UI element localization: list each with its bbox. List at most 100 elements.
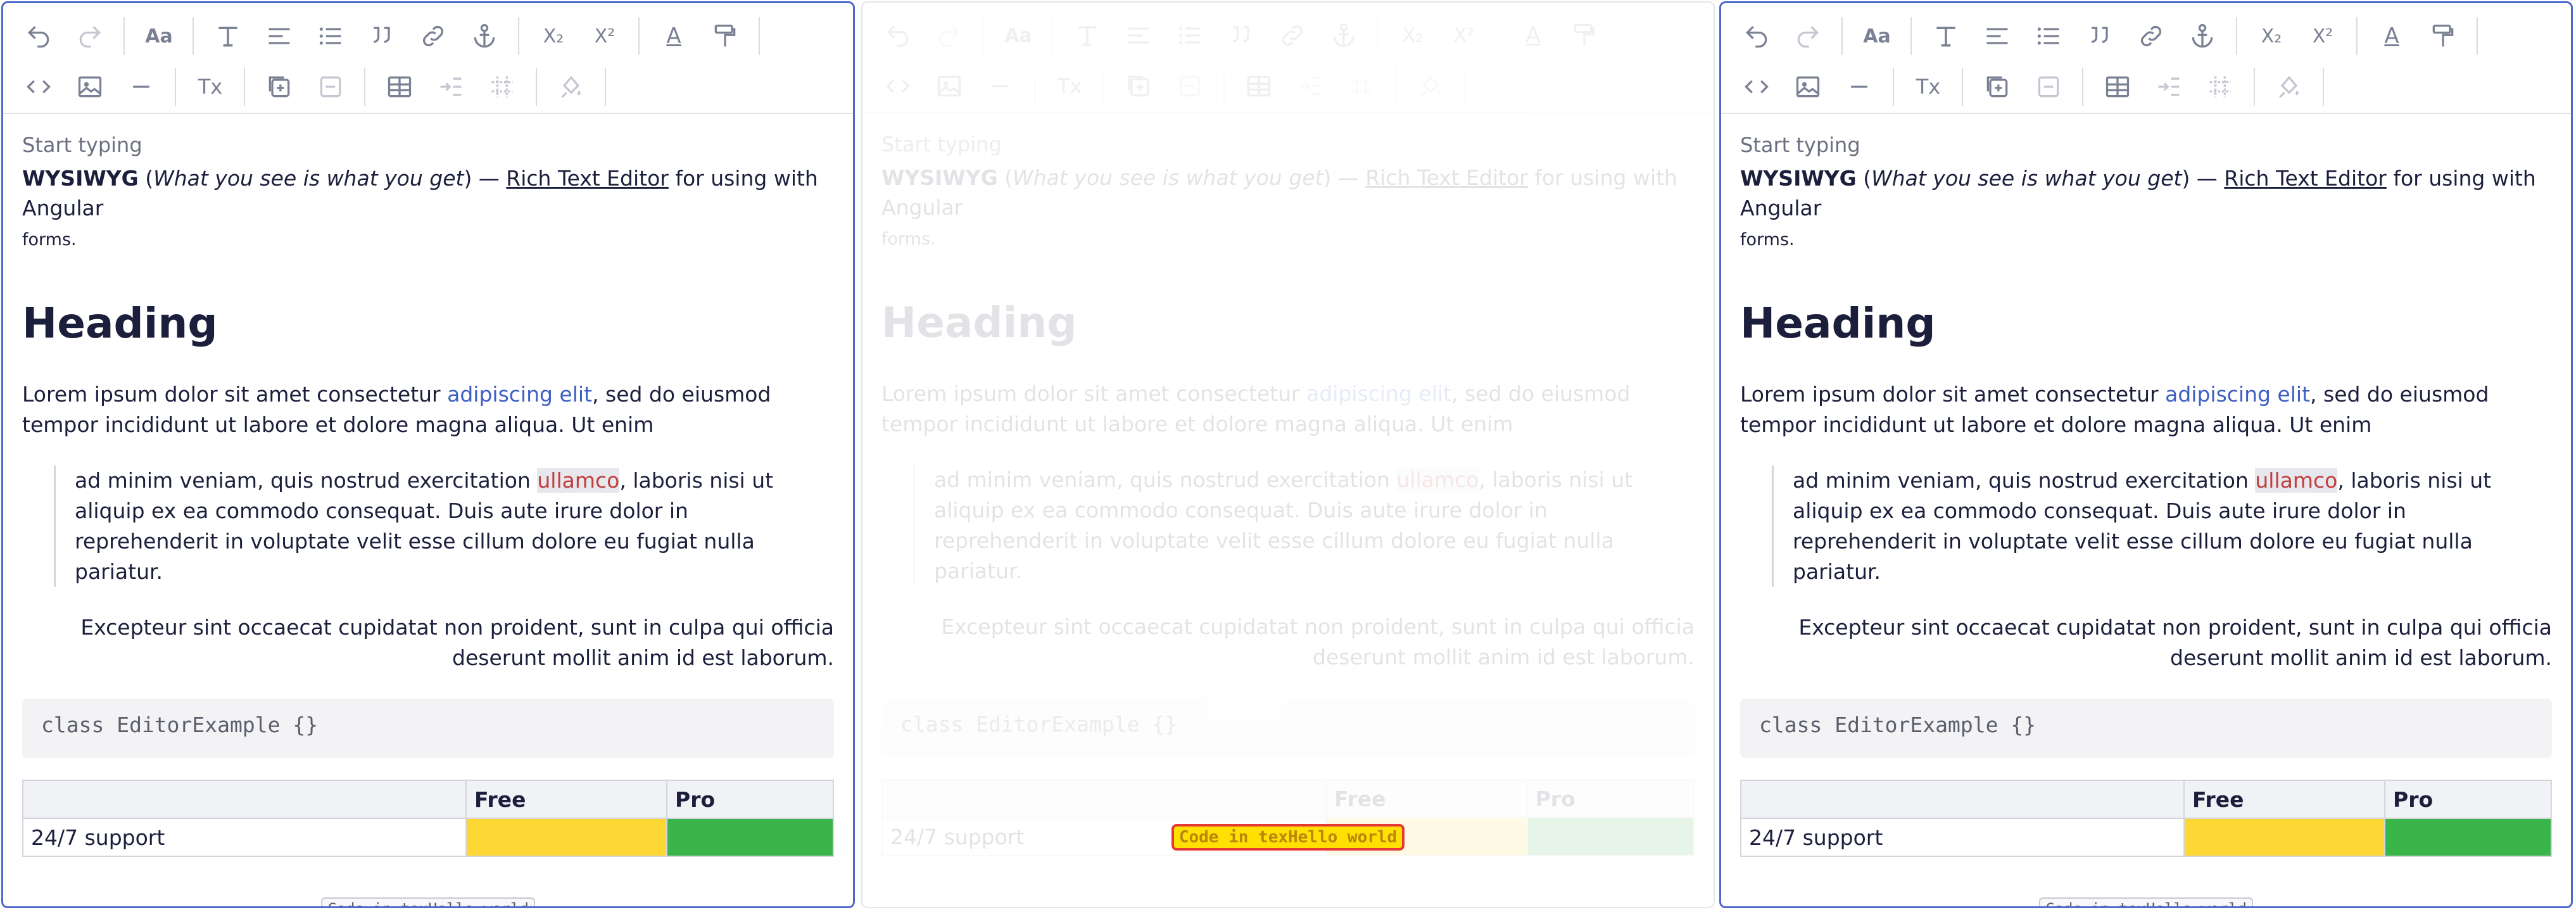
subscript-button[interactable]: X₂ bbox=[533, 16, 574, 56]
intro-link[interactable]: Rich Text Editor bbox=[2224, 166, 2387, 191]
fill-color-icon bbox=[2279, 75, 2299, 98]
table-header-cell[interactable]: Pro bbox=[1526, 779, 1695, 818]
horizontal-rule-button[interactable] bbox=[1839, 66, 1879, 107]
fill-color-button[interactable] bbox=[2269, 66, 2309, 107]
horizontal-rule-button[interactable] bbox=[121, 66, 161, 107]
editor-content[interactable]: Start typing WYSIWYG (What you see is wh… bbox=[3, 114, 853, 906]
quote-button[interactable] bbox=[2080, 16, 2120, 56]
format-painter-button[interactable] bbox=[1564, 15, 1605, 56]
text-style-button[interactable] bbox=[208, 16, 248, 56]
bullet-list-button[interactable] bbox=[2028, 16, 2069, 56]
code-button[interactable] bbox=[18, 66, 59, 107]
quote-button[interactable] bbox=[362, 16, 402, 56]
superscript-button[interactable]: X² bbox=[2302, 16, 2343, 56]
table-header-cell[interactable]: Free bbox=[465, 780, 668, 819]
table-cell-green[interactable] bbox=[2384, 818, 2552, 857]
horizontal-rule-button[interactable] bbox=[980, 66, 1021, 106]
table-header-cell[interactable] bbox=[1740, 780, 2185, 819]
table-merge-button[interactable] bbox=[2149, 66, 2189, 107]
superscript-button[interactable]: X² bbox=[584, 16, 625, 56]
code-button[interactable] bbox=[878, 66, 918, 106]
editor-content[interactable]: Start typing WYSIWYG (What you see is wh… bbox=[862, 113, 1714, 907]
editor-panel-left[interactable]: Aa X₂ X² A Tx Start typing WYSIWYG (What… bbox=[1, 1, 855, 908]
redo-button[interactable] bbox=[70, 16, 110, 56]
image-button[interactable] bbox=[1788, 66, 1828, 107]
table-merge-button[interactable] bbox=[1290, 66, 1330, 106]
table-merge-button[interactable] bbox=[431, 66, 471, 107]
table-button[interactable] bbox=[1239, 66, 1279, 106]
link-button[interactable] bbox=[413, 16, 453, 56]
add-row-button[interactable] bbox=[259, 66, 300, 107]
intro-close: ) — bbox=[464, 166, 507, 191]
bullet-list-button[interactable] bbox=[1170, 15, 1210, 56]
undo-button[interactable] bbox=[18, 16, 59, 56]
font-size-button[interactable]: Aa bbox=[1857, 16, 1897, 56]
table-header-cell[interactable]: Free bbox=[1325, 779, 1528, 818]
redo-button[interactable] bbox=[1788, 16, 1828, 56]
table-header-cell[interactable] bbox=[22, 780, 467, 819]
editor-panel-right[interactable]: Aa X₂ X² A Tx Start typing WYSIWYG (What… bbox=[1719, 1, 2573, 908]
table-cell-yellow[interactable] bbox=[2183, 818, 2386, 857]
link-button[interactable] bbox=[2131, 16, 2171, 56]
text-color-button[interactable]: A bbox=[653, 16, 694, 56]
table-cell[interactable]: 24/7 support bbox=[22, 818, 467, 857]
text-style-icon bbox=[1078, 26, 1097, 46]
bullet-list-button[interactable] bbox=[310, 16, 351, 56]
remove-row-button[interactable] bbox=[2028, 66, 2069, 107]
table-cell[interactable]: 24/7 support bbox=[1740, 818, 2185, 857]
subscript-button[interactable]: X₂ bbox=[2251, 16, 2292, 56]
para-link[interactable]: adipiscing elit bbox=[2165, 382, 2310, 407]
undo-button[interactable] bbox=[878, 15, 918, 56]
text-color-button[interactable]: A bbox=[2371, 16, 2412, 56]
fill-color-button[interactable] bbox=[1410, 66, 1451, 106]
text-style-button[interactable] bbox=[1926, 16, 1966, 56]
fill-color-button[interactable] bbox=[551, 66, 591, 107]
table-header-cell[interactable] bbox=[881, 779, 1327, 818]
font-size-button[interactable]: Aa bbox=[139, 16, 179, 56]
subscript-button[interactable]: X₂ bbox=[1392, 15, 1433, 56]
text-style-button[interactable] bbox=[1067, 15, 1108, 56]
align-button[interactable] bbox=[1977, 16, 2017, 56]
table-grid-button[interactable] bbox=[482, 66, 522, 107]
table-grid-button[interactable] bbox=[2200, 66, 2240, 107]
table-grid-button[interactable] bbox=[1341, 66, 1382, 106]
anchor-button[interactable] bbox=[2182, 16, 2223, 56]
align-button[interactable] bbox=[1118, 15, 1159, 56]
clear-format-button[interactable]: Tx bbox=[1908, 66, 1948, 107]
format-painter-button[interactable] bbox=[705, 16, 745, 56]
intro-link[interactable]: Rich Text Editor bbox=[1365, 165, 1528, 190]
para-link[interactable]: adipiscing elit bbox=[447, 382, 592, 407]
table-cell-green[interactable] bbox=[666, 818, 834, 857]
editor-content[interactable]: Start typing WYSIWYG (What you see is wh… bbox=[1721, 114, 2571, 906]
intro-link[interactable]: Rich Text Editor bbox=[506, 166, 669, 191]
table-button[interactable] bbox=[379, 66, 420, 107]
table-button[interactable] bbox=[2097, 66, 2138, 107]
remove-row-button[interactable] bbox=[310, 66, 351, 107]
table-header-cell[interactable]: Pro bbox=[666, 780, 834, 819]
align-button[interactable] bbox=[259, 16, 300, 56]
table-cell-yellow[interactable] bbox=[465, 818, 668, 857]
para-link[interactable]: adipiscing elit bbox=[1306, 381, 1451, 406]
format-painter-button[interactable] bbox=[2423, 16, 2463, 56]
toolbar-separator bbox=[244, 68, 245, 106]
add-row-button[interactable] bbox=[1118, 66, 1159, 106]
anchor-button[interactable] bbox=[1323, 15, 1364, 56]
clear-format-button[interactable]: Tx bbox=[190, 66, 230, 107]
add-row-button[interactable] bbox=[1977, 66, 2017, 107]
text-color-button[interactable]: A bbox=[1513, 15, 1553, 56]
redo-button[interactable] bbox=[929, 15, 969, 56]
font-size-button[interactable]: Aa bbox=[998, 15, 1039, 56]
anchor-button[interactable] bbox=[464, 16, 505, 56]
image-button[interactable] bbox=[70, 66, 110, 107]
clear-format-button[interactable]: Tx bbox=[1049, 66, 1090, 106]
intro-forms: forms. bbox=[881, 229, 936, 249]
link-button[interactable] bbox=[1272, 15, 1313, 56]
undo-button[interactable] bbox=[1736, 16, 1777, 56]
remove-row-button[interactable] bbox=[1170, 66, 1210, 106]
code-button[interactable] bbox=[1736, 66, 1777, 107]
superscript-button[interactable]: X² bbox=[1444, 15, 1484, 56]
table-header-cell[interactable]: Free bbox=[2183, 780, 2386, 819]
table-header-cell[interactable]: Pro bbox=[2384, 780, 2552, 819]
quote-button[interactable] bbox=[1221, 15, 1261, 56]
image-button[interactable] bbox=[929, 66, 969, 106]
